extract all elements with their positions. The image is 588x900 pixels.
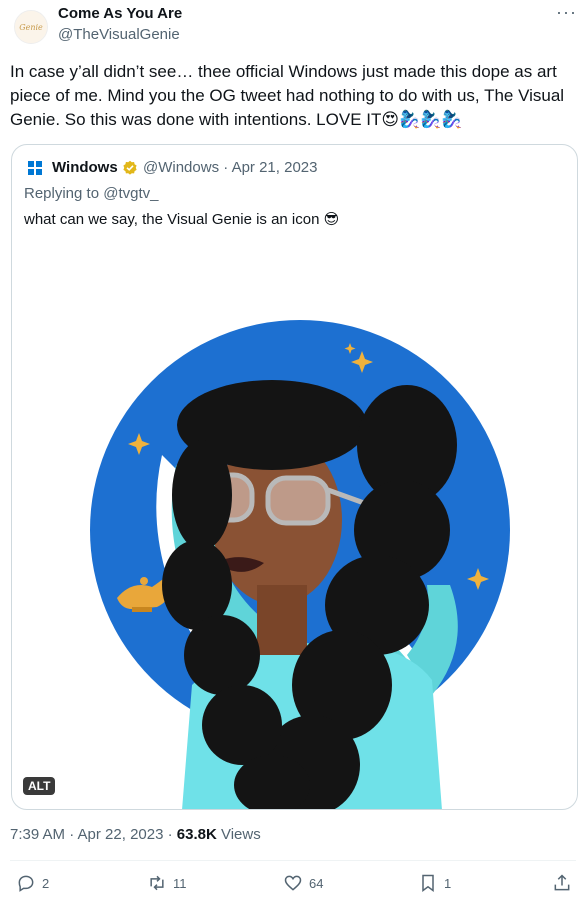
verified-badge-icon <box>123 160 137 175</box>
display-name[interactable]: Come As You Are <box>58 5 182 22</box>
avatar[interactable]: Genie <box>14 10 48 44</box>
like-count: 64 <box>309 875 324 891</box>
user-handle[interactable]: @TheVisualGenie <box>58 26 180 43</box>
reply-count: 2 <box>42 875 50 891</box>
retweet-icon <box>150 875 164 891</box>
reply-icon <box>18 875 34 892</box>
visual-genie-illustration[interactable] <box>72 315 522 810</box>
bookmark-count: 1 <box>444 875 452 891</box>
tweet-meta: 7:39 AM · Apr 22, 2023 · 63.8K Views <box>10 826 261 843</box>
bookmark-icon <box>422 874 434 892</box>
retweet-button[interactable]: 11 <box>147 873 187 893</box>
timestamp[interactable]: 7:39 AM · Apr 22, 2023 · <box>10 826 177 843</box>
views-label: Views <box>216 826 261 843</box>
quoted-tweet-text: what can we say, the Visual Genie is an … <box>24 211 340 228</box>
quoted-handle-date[interactable]: @Windows · Apr 21, 2023 <box>143 159 317 176</box>
divider <box>10 860 576 861</box>
more-options-icon[interactable]: ··· <box>556 2 577 23</box>
tweet-text: In case y’all didn’t see… thee official … <box>10 62 565 129</box>
quoted-display-name[interactable]: Windows <box>52 159 118 176</box>
like-button[interactable]: 64 <box>283 873 323 893</box>
reply-button[interactable]: 2 <box>16 873 49 893</box>
alt-text-badge[interactable]: ALT <box>23 777 56 795</box>
svg-text:Genie: Genie <box>19 23 43 32</box>
quoted-tweet-card[interactable]: Windows @Windows · Apr 21, 2023 Replying… <box>11 144 578 810</box>
share-icon <box>554 874 570 891</box>
genie-logo-icon: Genie <box>15 11 47 43</box>
replying-mention[interactable]: @tvgtv_ <box>103 185 158 202</box>
share-button[interactable] <box>552 873 572 893</box>
retweet-count: 11 <box>173 875 187 891</box>
replying-to: Replying to @tvgtv_ <box>24 185 158 202</box>
bookmark-button[interactable]: 1 <box>418 873 451 893</box>
heart-icon <box>284 875 302 891</box>
views-count: 63.8K <box>176 826 217 843</box>
windows-logo-icon <box>28 161 42 175</box>
replying-prefix: Replying to <box>24 185 104 202</box>
